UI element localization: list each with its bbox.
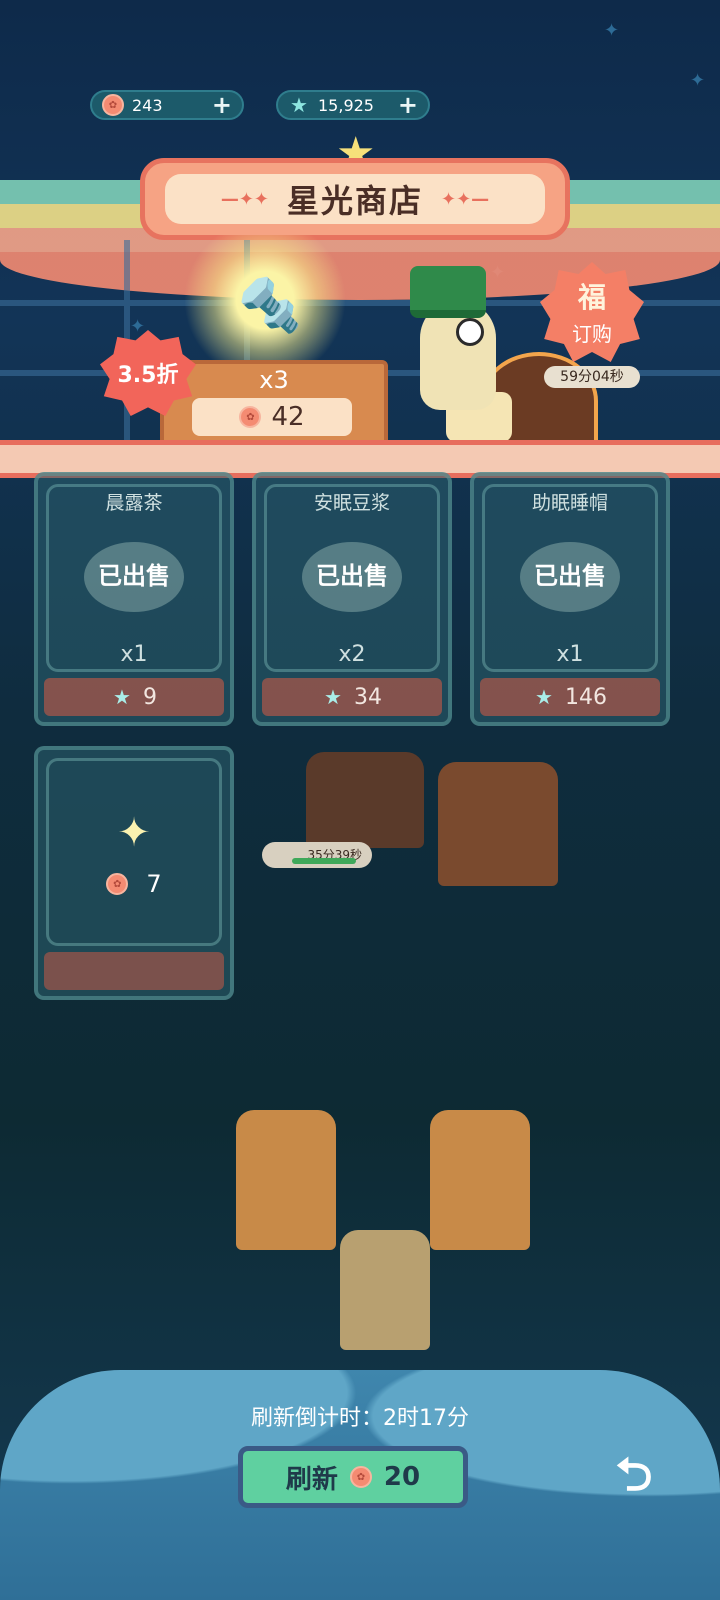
sold-out-label: 已出售 (534, 562, 606, 590)
flower-coin-icon: ✿ (106, 873, 129, 895)
product-price-button[interactable]: ★ 34 (262, 678, 442, 716)
featured-price-plate[interactable]: ✿ 42 (192, 398, 352, 436)
product-card[interactable]: 安眠豆浆 已出售 x2 ★ 34 (252, 472, 452, 726)
shop-title-plate: —✦✦ 星光商店 ✦✦— (140, 158, 570, 240)
star-coin-icon: ★ (535, 685, 553, 709)
background-bee-house (430, 1110, 530, 1250)
sparkle-icon: ✦ (117, 810, 151, 856)
star-coin-icon: ★ (113, 685, 131, 709)
product-price-button[interactable]: ★ 146 (480, 678, 660, 716)
turtle-merchant-hat (410, 266, 486, 318)
add-star-button[interactable]: + (398, 93, 418, 117)
star-currency-value: 15,925 (318, 95, 374, 115)
title-decoration-right: ✦✦— (441, 188, 490, 210)
refresh-countdown: 刷新倒计时：2时17分 (251, 1406, 469, 1431)
featured-quantity: x3 (259, 366, 289, 394)
star-currency-pill: ★ 15,925 + (276, 90, 430, 120)
sold-out-label: 已出售 (98, 562, 170, 590)
product-price: 146 (565, 684, 607, 710)
mystery-price-value: 7 (146, 870, 162, 898)
star-coin-icon: ★ (324, 685, 342, 709)
background-honey-shop (236, 1110, 336, 1250)
background-timer-progress (292, 858, 356, 864)
title-decoration-left: —✦✦ (220, 188, 269, 210)
background-timer: 35分39秒 (262, 842, 372, 868)
flower-coin-icon: ✿ (239, 406, 262, 428)
refresh-label: 刷新 (285, 1464, 338, 1495)
background-treasure-chest (306, 752, 424, 848)
product-price-button[interactable]: ★ 9 (44, 678, 224, 716)
refresh-button[interactable]: 刷新 ✿ 20 (238, 1446, 468, 1508)
product-quantity: x2 (338, 642, 366, 667)
refresh-cost: 20 (383, 1462, 421, 1492)
product-name: 晨露茶 (105, 492, 163, 514)
product-quantity: x1 (556, 642, 584, 667)
star-coin-icon: ★ (290, 93, 308, 117)
mystery-item-card[interactable]: ✦ ✿ 7 (34, 746, 234, 1000)
bolt-icon[interactable]: 🔩 (238, 270, 303, 340)
flower-currency-value: 243 (132, 95, 163, 115)
flower-currency-pill: ✿ 243 + (90, 90, 244, 120)
mystery-buy-bar[interactable] (44, 952, 224, 990)
flower-coin-icon: ✿ (102, 94, 124, 116)
add-flower-button[interactable]: + (212, 93, 232, 117)
product-name: 助眠睡帽 (531, 492, 608, 514)
shop-title: 星光商店 (286, 182, 423, 220)
featured-price: 42 (271, 402, 305, 432)
background-lighthouse (340, 1230, 430, 1350)
order-timer: 59分04秒 (544, 366, 640, 388)
product-card[interactable]: 助眠睡帽 已出售 x1 ★ 146 (470, 472, 670, 726)
mystery-price: ✿ 7 (38, 870, 230, 898)
flower-coin-icon: ✿ (349, 1466, 372, 1488)
turtle-merchant-monocle (456, 318, 484, 346)
sold-out-label: 已出售 (316, 562, 388, 590)
product-name: 安眠豆浆 (313, 492, 390, 514)
product-quantity: x1 (120, 642, 148, 667)
product-price: 9 (143, 684, 157, 710)
back-arrow-icon[interactable]: ⮌ (604, 1447, 664, 1510)
background-shop-building (438, 762, 558, 886)
product-card[interactable]: 晨露茶 已出售 x1 ★ 9 (34, 472, 234, 726)
product-price: 34 (354, 684, 382, 710)
